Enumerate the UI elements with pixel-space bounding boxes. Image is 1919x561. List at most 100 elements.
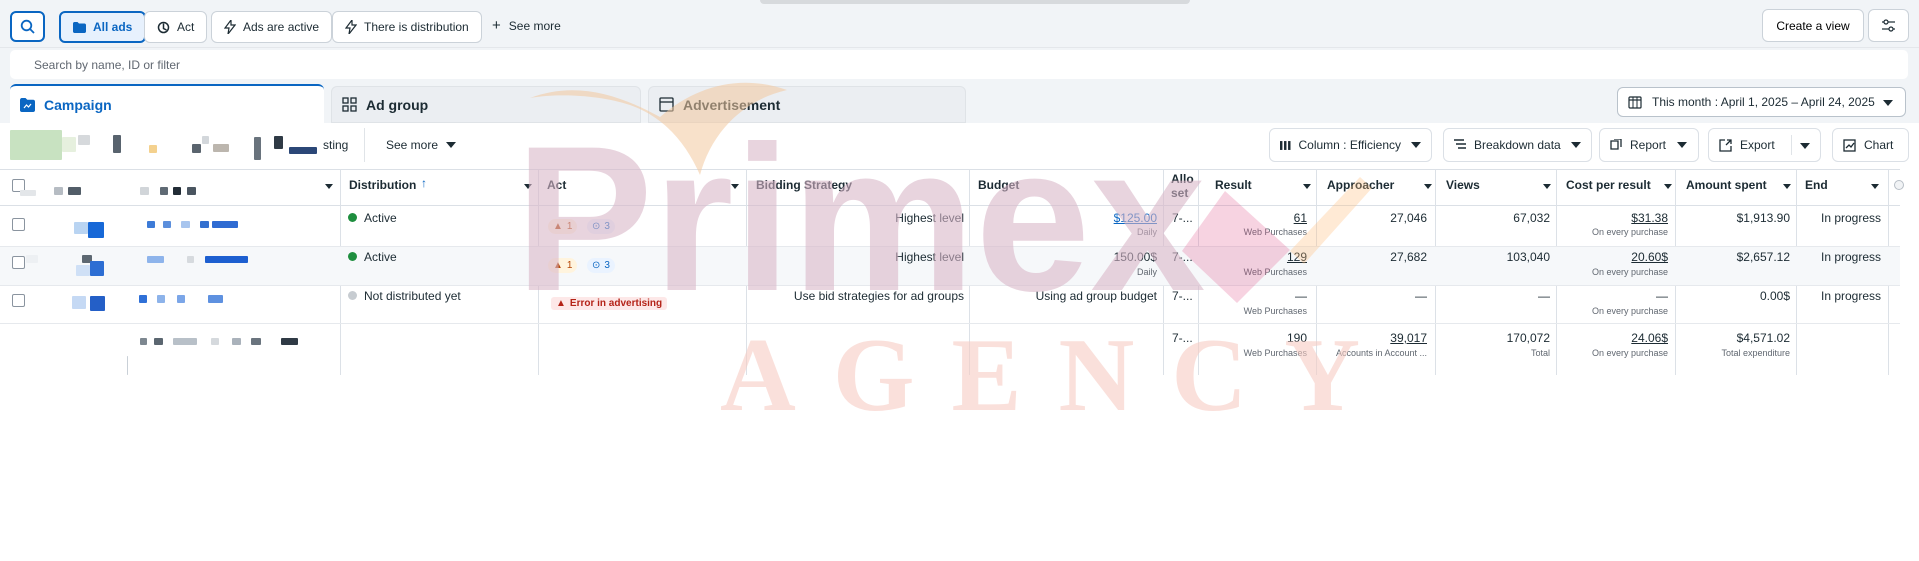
sync-count: 3	[604, 260, 610, 271]
blurred-pixel	[127, 356, 128, 375]
search-icon	[20, 19, 35, 34]
result-value[interactable]: 61	[1222, 211, 1307, 225]
add-column-icon[interactable]	[1894, 180, 1904, 190]
blurred-pixel	[200, 221, 209, 228]
amount-spent-value: 0.00$	[1759, 289, 1790, 303]
caret-down-icon[interactable]	[1303, 184, 1311, 189]
create-view-button[interactable]: Create a view	[1762, 9, 1864, 42]
caret-down-icon[interactable]	[524, 184, 532, 189]
caret-down-icon[interactable]	[1543, 184, 1551, 189]
header-bidding-strategy[interactable]: Bidding Strategy	[756, 178, 852, 192]
result-value[interactable]: 129	[1222, 250, 1307, 264]
folder-icon	[20, 98, 35, 112]
chart-button[interactable]: Chart	[1832, 128, 1909, 162]
header-cost-per-result[interactable]: Cost per result	[1566, 178, 1651, 192]
totals-approacher[interactable]: 39,017	[1322, 331, 1427, 345]
tab-campaign[interactable]: Campaign	[10, 84, 324, 124]
warning-count-badge[interactable]: ▲ 1	[548, 258, 578, 273]
report-button[interactable]: Report	[1599, 128, 1699, 162]
header-end[interactable]: End	[1805, 178, 1828, 192]
plus-icon: +	[492, 17, 501, 34]
blurred-pixel	[26, 255, 38, 263]
column-efficiency-button[interactable]: Column : Efficiency	[1269, 128, 1432, 162]
allocation-value: 7-...	[1172, 289, 1193, 303]
caret-down-icon[interactable]	[1664, 184, 1672, 189]
blurred-pixel	[173, 187, 181, 195]
tab-label: Ad group	[366, 96, 429, 113]
blurred-pixel	[113, 135, 121, 153]
advertising-error[interactable]: ▲ Error in advertising	[551, 297, 668, 310]
blurred-pixel	[74, 222, 88, 234]
see-more-filters[interactable]: + See more	[492, 18, 561, 33]
header-act[interactable]: Act	[547, 178, 566, 192]
export-button[interactable]: Export	[1708, 128, 1821, 162]
header-amount-spent[interactable]: Amount spent	[1686, 178, 1767, 192]
tab-label: Advertisement	[683, 96, 781, 113]
filter-act[interactable]: Act	[144, 11, 208, 43]
blurred-pixel	[163, 221, 171, 228]
warning-count-badge[interactable]: ▲ 1	[548, 219, 578, 234]
filter-there-is-distribution[interactable]: There is distribution	[332, 11, 482, 43]
amount-spent-value: $2,657.12	[1736, 250, 1790, 264]
blurred-pixel	[140, 187, 149, 195]
settings-icon	[1882, 19, 1895, 32]
blurred-pixel	[68, 187, 81, 195]
warning-icon: ▲	[553, 260, 563, 271]
chevron-down-icon	[1800, 143, 1810, 149]
blurred-pixel	[160, 187, 168, 195]
tab-ad-group[interactable]: Ad group	[331, 86, 641, 123]
views-value: 103,040	[1506, 250, 1550, 264]
filter-ads-are-active[interactable]: Ads are active	[211, 11, 333, 43]
tab-advertisement[interactable]: Advertisement	[648, 86, 966, 123]
column-label: Column : Efficiency	[1298, 138, 1402, 152]
blurred-pixel	[192, 144, 201, 153]
caret-down-icon[interactable]	[1424, 184, 1432, 189]
bidding-strategy: Highest level	[895, 250, 964, 264]
view-settings-button[interactable]	[1868, 9, 1909, 42]
header-allocation[interactable]: Allo set	[1171, 172, 1195, 202]
totals-views: 170,072	[1506, 331, 1550, 345]
chevron-down-icon	[446, 142, 457, 148]
date-range-picker[interactable]: This month : April 1, 2025 – April 24, 2…	[1617, 87, 1906, 117]
header-budget[interactable]: Budget	[978, 178, 1019, 192]
header-distribution[interactable]: Distribution	[349, 178, 416, 192]
blurred-pixel	[62, 137, 76, 152]
search-input[interactable]	[10, 50, 1908, 79]
result-type: Web Purchases	[1243, 267, 1307, 277]
cost-note: On every purchase	[1591, 267, 1668, 277]
blurred-pixel	[90, 261, 104, 276]
header-result[interactable]: Result	[1215, 178, 1252, 192]
warning-count: 1	[566, 260, 573, 271]
filter-all-ads[interactable]: All ads	[59, 11, 147, 43]
sync-count-badge[interactable]: ⊙ 3	[587, 219, 615, 234]
allocation-value: 7-...	[1172, 250, 1193, 264]
cost-per-result-value[interactable]: $31.38	[1562, 211, 1668, 225]
header-approacher[interactable]: Approacher	[1327, 178, 1394, 192]
caret-down-icon[interactable]	[1783, 184, 1791, 189]
blurred-button	[10, 130, 62, 160]
sync-icon: ⊙	[592, 260, 601, 271]
caret-down-icon[interactable]	[731, 184, 739, 189]
tab-label: Campaign	[44, 97, 112, 113]
cost-per-result-value[interactable]: 20.60$	[1562, 250, 1668, 264]
blurred-pixel	[213, 144, 229, 152]
button-divider	[1791, 135, 1792, 155]
caret-down-icon[interactable]	[1871, 184, 1879, 189]
sync-icon	[157, 21, 170, 33]
caret-down-icon[interactable]	[325, 184, 333, 189]
breakdown-data-button[interactable]: Breakdown data	[1443, 128, 1592, 162]
result-value: —	[1295, 289, 1307, 303]
ads-manager-screen: All ads Act Ads are active There is dist…	[0, 0, 1919, 561]
blurred-pixel	[78, 135, 90, 145]
blurred-pixel	[157, 295, 165, 303]
bidding-strategy: Highest level	[895, 211, 964, 225]
cost-note: On every purchase	[1591, 306, 1668, 316]
totals-cost-per-result[interactable]: 24.06$	[1562, 331, 1668, 345]
budget-link[interactable]: $125.00	[1085, 211, 1157, 225]
toolbar-see-more[interactable]: See more	[376, 128, 467, 162]
blurred-pixel	[88, 222, 104, 238]
sort-up-icon[interactable]: ↑	[421, 176, 427, 190]
header-views[interactable]: Views	[1446, 178, 1480, 192]
search-button[interactable]	[10, 11, 45, 42]
sync-count-badge[interactable]: ⊙ 3	[587, 258, 615, 273]
